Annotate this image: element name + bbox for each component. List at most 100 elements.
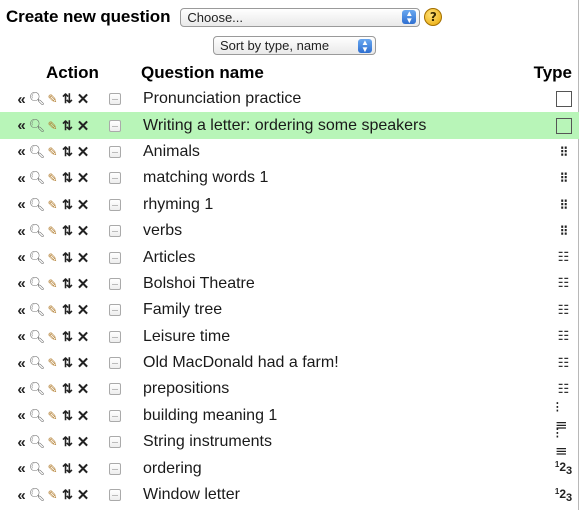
- preview-icon[interactable]: 🔍︎: [29, 434, 46, 450]
- move-icon[interactable]: ⇅: [61, 434, 74, 450]
- delete-icon[interactable]: ✕: [76, 223, 90, 240]
- move-icon[interactable]: ⇅: [61, 91, 74, 107]
- preview-icon[interactable]: 🔍︎: [29, 461, 46, 477]
- move-icon[interactable]: ⇅: [61, 197, 74, 213]
- help-icon[interactable]: ?: [424, 8, 443, 26]
- move-icon[interactable]: ⇅: [61, 250, 74, 266]
- preview-icon[interactable]: 🔍︎: [29, 302, 46, 318]
- delete-icon[interactable]: ✕: [76, 250, 90, 267]
- select-checkbox[interactable]: [109, 489, 121, 502]
- edit-icon[interactable]: ✎: [46, 381, 59, 397]
- move-to-quiz-icon[interactable]: «: [12, 302, 28, 319]
- delete-icon[interactable]: ✕: [76, 487, 90, 504]
- move-icon[interactable]: ⇅: [61, 461, 74, 477]
- create-question-select[interactable]: Choose... ▲ ▼: [180, 7, 421, 27]
- move-icon[interactable]: ⇅: [61, 118, 74, 134]
- preview-icon[interactable]: 🔍︎: [29, 487, 46, 503]
- move-icon[interactable]: ⇅: [61, 487, 74, 503]
- edit-icon[interactable]: ✎: [46, 487, 59, 503]
- edit-icon[interactable]: ✎: [46, 355, 59, 371]
- move-to-quiz-icon[interactable]: «: [12, 196, 28, 213]
- delete-icon[interactable]: ✕: [76, 144, 90, 161]
- move-icon[interactable]: ⇅: [61, 329, 74, 345]
- move-to-quiz-icon[interactable]: «: [12, 355, 28, 372]
- edit-icon[interactable]: ✎: [46, 223, 59, 239]
- select-checkbox[interactable]: [109, 277, 121, 290]
- preview-icon[interactable]: 🔍︎: [29, 144, 46, 160]
- edit-icon[interactable]: ✎: [46, 250, 59, 266]
- select-checkbox[interactable]: [109, 251, 121, 264]
- move-to-quiz-icon[interactable]: «: [12, 328, 28, 345]
- preview-icon[interactable]: 🔍︎: [29, 381, 46, 397]
- move-to-quiz-icon[interactable]: «: [12, 117, 28, 134]
- edit-icon[interactable]: ✎: [46, 408, 59, 424]
- move-to-quiz-icon[interactable]: «: [12, 460, 28, 477]
- edit-icon[interactable]: ✎: [46, 302, 59, 318]
- delete-icon[interactable]: ✕: [76, 118, 90, 135]
- preview-icon[interactable]: 🔍︎: [29, 170, 46, 186]
- delete-icon[interactable]: ✕: [76, 302, 90, 319]
- move-to-quiz-icon[interactable]: «: [12, 170, 28, 187]
- move-to-quiz-icon[interactable]: «: [12, 275, 28, 292]
- move-icon[interactable]: ⇅: [61, 223, 74, 239]
- move-icon[interactable]: ⇅: [61, 381, 74, 397]
- delete-icon[interactable]: ✕: [76, 197, 90, 214]
- move-icon[interactable]: ⇅: [61, 170, 74, 186]
- preview-icon[interactable]: 🔍︎: [29, 408, 46, 424]
- move-icon[interactable]: ⇅: [61, 302, 74, 318]
- edit-icon[interactable]: ✎: [46, 91, 59, 107]
- delete-icon[interactable]: ✕: [76, 170, 90, 187]
- preview-icon[interactable]: 🔍︎: [29, 250, 46, 266]
- move-icon[interactable]: ⇅: [61, 408, 74, 424]
- column-header-name[interactable]: Question name: [141, 63, 264, 83]
- move-to-quiz-icon[interactable]: «: [12, 487, 28, 504]
- select-checkbox[interactable]: [109, 383, 121, 396]
- column-header-type[interactable]: Type: [534, 63, 572, 83]
- preview-icon[interactable]: 🔍︎: [29, 355, 46, 371]
- move-to-quiz-icon[interactable]: «: [12, 434, 28, 451]
- select-checkbox[interactable]: [109, 225, 121, 238]
- preview-icon[interactable]: 🔍︎: [29, 118, 46, 134]
- move-to-quiz-icon[interactable]: «: [12, 407, 28, 424]
- move-to-quiz-icon[interactable]: «: [12, 223, 28, 240]
- select-checkbox[interactable]: [109, 409, 121, 422]
- move-to-quiz-icon[interactable]: «: [12, 249, 28, 266]
- select-checkbox[interactable]: [109, 198, 121, 211]
- select-checkbox[interactable]: [109, 462, 121, 475]
- preview-icon[interactable]: 🔍︎: [29, 276, 46, 292]
- delete-icon[interactable]: ✕: [76, 461, 90, 478]
- preview-icon[interactable]: 🔍︎: [29, 91, 46, 107]
- select-checkbox[interactable]: [109, 145, 121, 158]
- select-checkbox[interactable]: [109, 93, 121, 106]
- move-icon[interactable]: ⇅: [61, 276, 74, 292]
- edit-icon[interactable]: ✎: [46, 118, 59, 134]
- edit-icon[interactable]: ✎: [46, 144, 59, 160]
- delete-icon[interactable]: ✕: [76, 434, 90, 451]
- select-checkbox[interactable]: [109, 119, 121, 132]
- select-checkbox[interactable]: [109, 172, 121, 185]
- edit-icon[interactable]: ✎: [46, 461, 59, 477]
- delete-icon[interactable]: ✕: [76, 91, 90, 108]
- delete-icon[interactable]: ✕: [76, 408, 90, 425]
- edit-icon[interactable]: ✎: [46, 434, 59, 450]
- move-to-quiz-icon[interactable]: «: [12, 143, 28, 160]
- delete-icon[interactable]: ✕: [76, 381, 90, 398]
- delete-icon[interactable]: ✕: [76, 329, 90, 346]
- select-checkbox[interactable]: [109, 330, 121, 343]
- edit-icon[interactable]: ✎: [46, 170, 59, 186]
- sort-select[interactable]: Sort by type, name ▲ ▼: [213, 36, 376, 55]
- select-checkbox[interactable]: [109, 436, 121, 449]
- move-icon[interactable]: ⇅: [61, 355, 74, 371]
- preview-icon[interactable]: 🔍︎: [29, 223, 46, 239]
- move-to-quiz-icon[interactable]: «: [12, 91, 28, 108]
- select-checkbox[interactable]: [109, 357, 121, 370]
- edit-icon[interactable]: ✎: [46, 276, 59, 292]
- move-icon[interactable]: ⇅: [61, 144, 74, 160]
- select-checkbox[interactable]: [109, 304, 121, 317]
- move-to-quiz-icon[interactable]: «: [12, 381, 28, 398]
- delete-icon[interactable]: ✕: [76, 276, 90, 293]
- preview-icon[interactable]: 🔍︎: [29, 329, 46, 345]
- edit-icon[interactable]: ✎: [46, 197, 59, 213]
- delete-icon[interactable]: ✕: [76, 355, 90, 372]
- preview-icon[interactable]: 🔍︎: [29, 197, 46, 213]
